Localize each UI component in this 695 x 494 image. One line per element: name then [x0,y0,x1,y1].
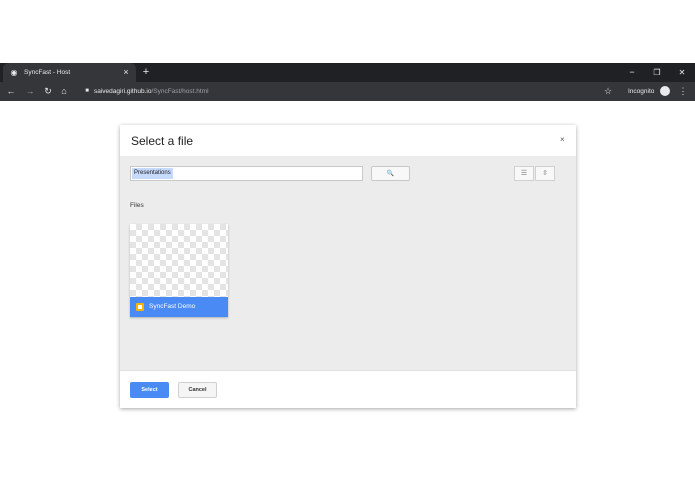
file-picker-dialog: Select a file × Presentations 🔍 ☰ ⇳ File… [120,125,576,408]
file-title-bar: SyncFast Demo [130,297,228,317]
minimize-button[interactable]: − [626,63,638,82]
browser-tab[interactable]: ◉ SyncFast - Host × [3,63,136,82]
google-slides-icon [136,303,144,311]
select-button[interactable]: Select [130,382,169,398]
home-icon[interactable]: ⌂ [58,82,70,101]
browser-toolbar: ← → ↻ ⌂ ■ saivedagiri.github.io/SyncFast… [0,82,695,101]
cancel-button[interactable]: Cancel [178,382,217,398]
address-bar[interactable]: saivedagiri.github.io/SyncFast/host.html [94,82,209,101]
tab-close-icon[interactable]: × [120,63,132,82]
dialog-title: Select a file [131,134,194,148]
dialog-header: Select a file × [120,125,576,156]
url-path: /SyncFast/host.html [151,88,209,95]
sort-icon: ⇳ [542,170,548,177]
file-thumbnail [130,224,228,297]
list-view-button[interactable]: ☰ [514,166,534,181]
sort-button[interactable]: ⇳ [535,166,555,181]
tab-title: SyncFast - Host [24,69,71,76]
restore-button[interactable]: ❐ [651,63,663,82]
menu-icon[interactable]: ⋮ [677,82,689,101]
dialog-footer: Select Cancel [120,370,576,408]
profile-label[interactable]: Incognito [628,82,654,101]
dialog-close-icon[interactable]: × [560,135,565,145]
search-button[interactable]: 🔍 [371,166,410,181]
close-window-button[interactable]: ✕ [676,63,688,82]
star-icon[interactable]: ☆ [602,82,614,101]
lock-icon: ■ [85,88,89,94]
forward-arrow-icon[interactable]: → [24,82,36,101]
new-tab-button[interactable]: + [140,63,152,82]
url-domain: saivedagiri.github.io [94,88,152,95]
file-card[interactable]: SyncFast Demo [130,224,228,317]
incognito-icon[interactable] [660,86,670,96]
back-arrow-icon[interactable]: ← [5,82,17,101]
reload-icon[interactable]: ↻ [42,82,54,101]
search-icon: 🔍 [386,171,395,177]
chrome-tab-favicon-icon: ◉ [10,68,18,77]
search-filter-chip[interactable]: Presentations [132,168,173,179]
dialog-body: Presentations 🔍 ☰ ⇳ Files SyncFast Demo [120,156,576,370]
files-section-label: Files [130,202,144,209]
search-input[interactable]: Presentations [130,166,363,181]
file-name: SyncFast Demo [149,303,196,310]
list-view-icon: ☰ [520,170,528,177]
